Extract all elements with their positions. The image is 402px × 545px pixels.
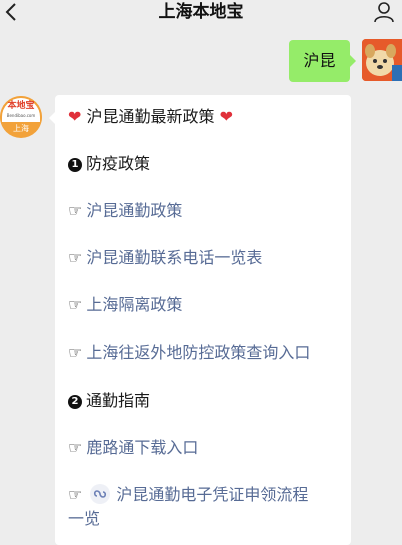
link-text[interactable]: 沪昆通勤联系电话一览表 [86, 248, 262, 267]
hand-pointing-icon: ☞ [68, 438, 83, 457]
section-heading: 2 通勤指南 [68, 390, 150, 412]
heart-icon: ❤ [219, 107, 234, 126]
top-bar: 上海本地宝 [0, 0, 402, 26]
profile-icon[interactable] [373, 1, 395, 23]
section-heading-text: 防疫政策 [86, 154, 151, 173]
hand-pointing-icon: ☞ [68, 485, 83, 504]
hand-pointing-icon: ☞ [68, 295, 83, 314]
number-badge-icon: 2 [68, 395, 82, 409]
section-heading-text: 通勤指南 [86, 391, 151, 410]
mini-program-icon [90, 484, 111, 504]
chat-title: 上海本地宝 [158, 2, 244, 22]
hand-pointing-icon: ☞ [68, 248, 83, 267]
official-account-avatar[interactable]: 本地宝 Bendibao.com 上海 [0, 96, 42, 138]
link-item[interactable]: ☞ 上海往返外地防控政策查询入口 [68, 342, 310, 364]
link-text[interactable]: 沪昆通勤电子凭证申领流程 [116, 485, 308, 504]
link-text[interactable]: 鹿路通下载入口 [86, 438, 198, 457]
section-heading: 1 防疫政策 [68, 153, 150, 175]
number-badge-icon: 1 [68, 158, 82, 172]
link-text[interactable]: 沪昆通勤政策 [86, 201, 182, 220]
message-title: 沪昆通勤最新政策 [86, 107, 215, 126]
outgoing-bubble-tail [350, 55, 356, 67]
avatar-city-label: 上海 [13, 124, 29, 133]
link-text[interactable]: 上海隔离政策 [86, 295, 182, 314]
link-text-continuation[interactable]: 一览 [68, 509, 100, 528]
message-title-line: ❤ 沪昆通勤最新政策 ❤ [68, 106, 233, 128]
link-item[interactable]: ☞ 沪昆通勤联系电话一览表 [68, 247, 262, 269]
hand-pointing-icon: ☞ [68, 201, 83, 220]
link-item[interactable]: ☞ 上海隔离政策 [68, 294, 182, 316]
link-item-continuation[interactable]: 一览 [68, 508, 100, 530]
user-avatar[interactable] [362, 39, 402, 81]
link-item[interactable]: ☞ 沪昆通勤电子凭证申领流程 [68, 484, 308, 506]
heart-icon: ❤ [68, 107, 82, 126]
outgoing-message-bubble[interactable]: 沪昆 [289, 40, 350, 82]
hand-pointing-icon: ☞ [68, 343, 83, 362]
incoming-message-bubble: ❤ 沪昆通勤最新政策 ❤ 1 防疫政策 ☞ 沪昆通勤政策 ☞ 沪昆通勤联系电话一览表 … [55, 95, 351, 545]
cartoon-dog-avatar-icon [362, 39, 402, 81]
avatar-logo-text: 本地宝 [7, 101, 35, 111]
link-item[interactable]: ☞ 沪昆通勤政策 [68, 200, 182, 222]
avatar-logo-url: Bendibao.com [6, 113, 36, 118]
link-text[interactable]: 上海往返外地防控政策查询入口 [86, 343, 310, 362]
link-item[interactable]: ☞ 鹿路通下载入口 [68, 437, 198, 459]
